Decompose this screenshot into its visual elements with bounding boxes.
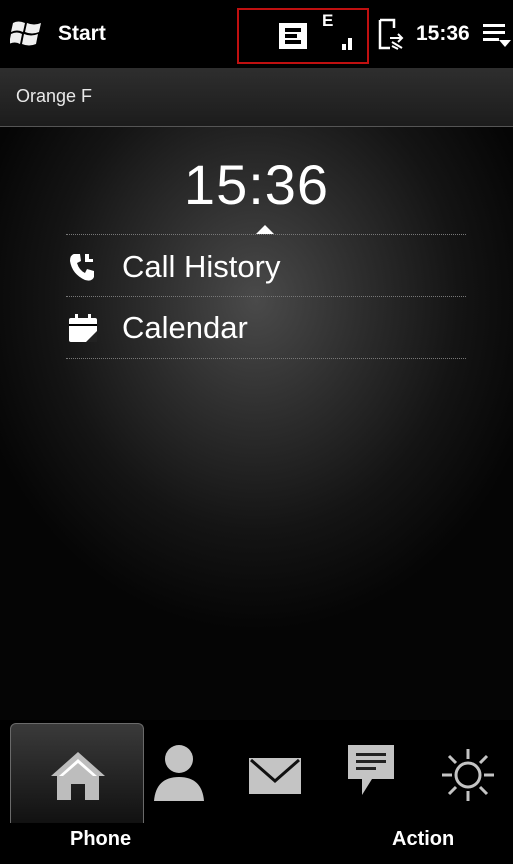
tab-bar: Phone Action: [0, 720, 513, 864]
list-item-calendar[interactable]: Calendar: [66, 298, 466, 358]
operator-name: Orange F: [16, 86, 93, 106]
phone-screen: Start E 15:36 Orange F 15:36 Call Histor…: [0, 0, 513, 864]
call-history-icon: [66, 247, 106, 287]
person-icon: [154, 745, 204, 801]
status-clock: 15:36: [416, 22, 470, 45]
home-icon: [51, 752, 105, 800]
list-item-label: Call History: [122, 249, 281, 284]
network-type-label: E: [322, 11, 334, 30]
softkey-left[interactable]: Phone: [70, 828, 131, 851]
windows-logo-icon: [10, 21, 41, 46]
divider: [66, 296, 466, 297]
sync-icon[interactable]: [378, 18, 404, 50]
contacts-tab[interactable]: [150, 723, 220, 823]
sun-gear-icon: [442, 749, 494, 801]
menu-icon[interactable]: [483, 22, 511, 48]
envelope-icon: [249, 758, 301, 794]
list-item-label: Calendar: [122, 310, 248, 345]
list-item-call-history[interactable]: Call History: [66, 237, 466, 297]
text-tab[interactable]: [338, 723, 408, 823]
messages-tab[interactable]: [238, 723, 308, 823]
operator-bar: Orange F: [0, 68, 513, 127]
edge-signal-icon[interactable]: E: [322, 12, 358, 52]
pointer-arrow: [256, 225, 274, 234]
home-tab[interactable]: [10, 723, 144, 823]
status-bar: Start E 15:36: [0, 0, 513, 68]
divider: [66, 234, 466, 235]
storage-icon[interactable]: [278, 22, 308, 50]
speech-bubble-icon: [348, 745, 394, 795]
divider: [66, 358, 466, 359]
softkey-right[interactable]: Action: [392, 828, 454, 851]
signal-bar-2: [348, 38, 352, 50]
start-label: Start: [58, 22, 106, 45]
calendar-icon: [66, 308, 106, 348]
start-button[interactable]: Start: [10, 14, 106, 54]
signal-bar-1: [342, 44, 346, 50]
home-clock[interactable]: 15:36: [0, 152, 513, 217]
settings-tab[interactable]: [430, 723, 510, 823]
